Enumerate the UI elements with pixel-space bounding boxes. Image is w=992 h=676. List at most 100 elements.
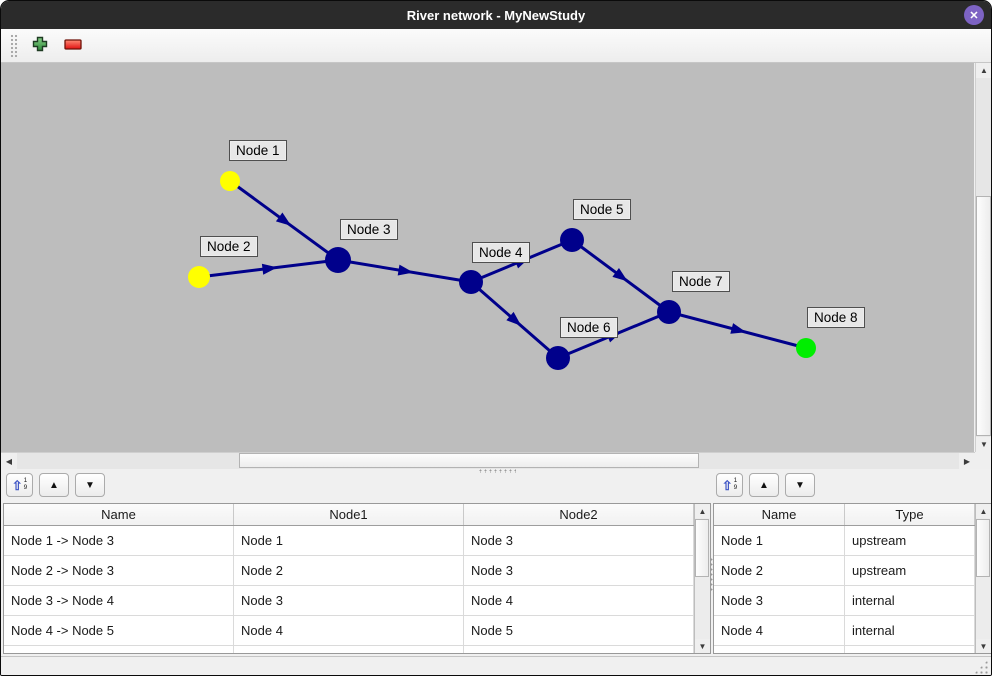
- column-header[interactable]: Name: [4, 504, 234, 525]
- reaches-toolbar: ⇧ 19 ▲ ▼: [6, 472, 111, 498]
- table-cell[interactable]: internal: [845, 616, 975, 645]
- table-cell[interactable]: Node 1: [234, 526, 464, 555]
- toolbar-drag-handle[interactable]: [10, 34, 18, 58]
- table-scrollbar-thumb[interactable]: [976, 519, 990, 577]
- vertical-scrollbar-thumb[interactable]: [976, 196, 991, 436]
- table-row[interactable]: Node 1upstream: [714, 526, 991, 556]
- flow-direction-arrow-icon: [730, 323, 746, 334]
- column-header[interactable]: Node1: [234, 504, 464, 525]
- table-row[interactable]: Node 3internal: [714, 586, 991, 616]
- flow-direction-arrow-icon: [262, 264, 278, 275]
- scroll-left-icon[interactable]: ◀: [1, 453, 17, 469]
- scroll-up-icon[interactable]: ▲: [695, 504, 710, 518]
- window-title: River network - MyNewStudy: [407, 8, 585, 23]
- horizontal-scrollbar-thumb[interactable]: [239, 453, 699, 468]
- add-plus-icon: [32, 36, 48, 55]
- table-cell[interactable]: Node 2 -> Node 3: [4, 556, 234, 585]
- table-cell[interactable]: Node 2: [714, 556, 845, 585]
- table-header-row: NameNode1Node2: [4, 504, 710, 526]
- graph-node[interactable]: [459, 270, 483, 294]
- nodes-move-up-button[interactable]: ▲: [749, 473, 779, 497]
- node-label[interactable]: Node 1: [229, 140, 287, 161]
- window-resize-grip[interactable]: [974, 660, 988, 674]
- close-icon: ✕: [969, 9, 978, 22]
- table-row[interactable]: Node 2 -> Node 3Node 2Node 3: [4, 556, 710, 586]
- reaches-table: NameNode1Node2Node 1 -> Node 3Node 1Node…: [3, 503, 711, 654]
- up-arrow-icon: ▲: [759, 480, 769, 491]
- graph-node[interactable]: [546, 346, 570, 370]
- table-cell[interactable]: Node 3: [464, 526, 694, 555]
- table-cell[interactable]: Node 4: [234, 616, 464, 645]
- table-row-partial: [714, 646, 991, 654]
- canvas-vertical-scrollbar[interactable]: ▲ ▼: [975, 63, 992, 452]
- horizontal-splitter-handle[interactable]: [478, 469, 516, 473]
- table-cell[interactable]: Node 3: [464, 556, 694, 585]
- node-label[interactable]: Node 6: [560, 317, 618, 338]
- table-cell[interactable]: Node 3 -> Node 4: [4, 586, 234, 615]
- add-node-button[interactable]: [27, 33, 53, 59]
- table-cell[interactable]: Node 3: [714, 586, 845, 615]
- table-row[interactable]: Node 4 -> Node 5Node 4Node 5: [4, 616, 710, 646]
- node-label[interactable]: Node 2: [200, 236, 258, 257]
- node-label[interactable]: Node 3: [340, 219, 398, 240]
- scroll-up-icon[interactable]: ▲: [976, 504, 991, 518]
- table-row-partial: [4, 646, 710, 654]
- graph-node[interactable]: [657, 300, 681, 324]
- column-header[interactable]: Name: [714, 504, 845, 525]
- reaches-table-scrollbar[interactable]: ▲ ▼: [694, 504, 710, 653]
- table-cell[interactable]: Node 1: [714, 526, 845, 555]
- reaches-move-up-button[interactable]: ▲: [39, 473, 69, 497]
- main-toolbar: [1, 29, 991, 63]
- scroll-down-icon[interactable]: ▼: [976, 639, 991, 653]
- table-cell[interactable]: Node 1 -> Node 3: [4, 526, 234, 555]
- sort-icon: ⇧ 19: [722, 478, 738, 492]
- table-cell[interactable]: Node 3: [234, 586, 464, 615]
- reaches-move-down-button[interactable]: ▼: [75, 473, 105, 497]
- canvas-horizontal-scrollbar[interactable]: ◀ ▶: [1, 452, 975, 469]
- table-cell[interactable]: Node 4: [464, 586, 694, 615]
- column-header[interactable]: Node2: [464, 504, 694, 525]
- node-label[interactable]: Node 7: [672, 271, 730, 292]
- close-button[interactable]: ✕: [964, 5, 984, 25]
- graph-node[interactable]: [188, 266, 210, 288]
- table-cell[interactable]: Node 4: [714, 616, 845, 645]
- table-cell[interactable]: Node 2: [234, 556, 464, 585]
- table-row[interactable]: Node 1 -> Node 3Node 1Node 3: [4, 526, 710, 556]
- table-cell[interactable]: Node 4 -> Node 5: [4, 616, 234, 645]
- table-cell: [464, 646, 694, 654]
- node-label[interactable]: Node 5: [573, 199, 631, 220]
- table-cell[interactable]: upstream: [845, 556, 975, 585]
- table-cell[interactable]: internal: [845, 586, 975, 615]
- nodes-move-down-button[interactable]: ▼: [785, 473, 815, 497]
- graph-node[interactable]: [220, 171, 240, 191]
- scroll-up-icon[interactable]: ▲: [976, 63, 992, 78]
- table-cell[interactable]: Node 5: [464, 616, 694, 645]
- scroll-right-icon[interactable]: ▶: [959, 453, 975, 469]
- column-header[interactable]: Type: [845, 504, 975, 525]
- nodes-toolbar: ⇧ 19 ▲ ▼: [716, 472, 821, 498]
- reaches-sort-button[interactable]: ⇧ 19: [6, 473, 33, 497]
- table-cell: [234, 646, 464, 654]
- up-arrow-icon: ▲: [49, 480, 59, 491]
- nodes-sort-button[interactable]: ⇧ 19: [716, 473, 743, 497]
- table-row[interactable]: Node 4internal: [714, 616, 991, 646]
- graph-node[interactable]: [325, 247, 351, 273]
- scroll-down-icon[interactable]: ▼: [695, 639, 710, 653]
- nodes-table-scrollbar[interactable]: ▲ ▼: [975, 504, 991, 653]
- graph-node[interactable]: [796, 338, 816, 358]
- river-network-canvas[interactable]: Node 1 Node 2 Node 3 Node 4 Node 5 Node 6 Node…: [1, 63, 974, 452]
- table-scrollbar-thumb[interactable]: [695, 519, 709, 577]
- scrollbar-corner: [975, 452, 992, 469]
- node-label[interactable]: Node 8: [807, 307, 865, 328]
- remove-node-button[interactable]: [60, 33, 86, 59]
- titlebar[interactable]: River network - MyNewStudy ✕: [1, 1, 991, 29]
- table-cell[interactable]: upstream: [845, 526, 975, 555]
- table-cell: [714, 646, 845, 654]
- scroll-down-icon[interactable]: ▼: [976, 437, 992, 452]
- node-label[interactable]: Node 4: [472, 242, 530, 263]
- sort-icon: ⇧ 19: [12, 478, 28, 492]
- graph-node[interactable]: [560, 228, 584, 252]
- table-row[interactable]: Node 2upstream: [714, 556, 991, 586]
- table-row[interactable]: Node 3 -> Node 4Node 3Node 4: [4, 586, 710, 616]
- status-bar: [1, 656, 991, 676]
